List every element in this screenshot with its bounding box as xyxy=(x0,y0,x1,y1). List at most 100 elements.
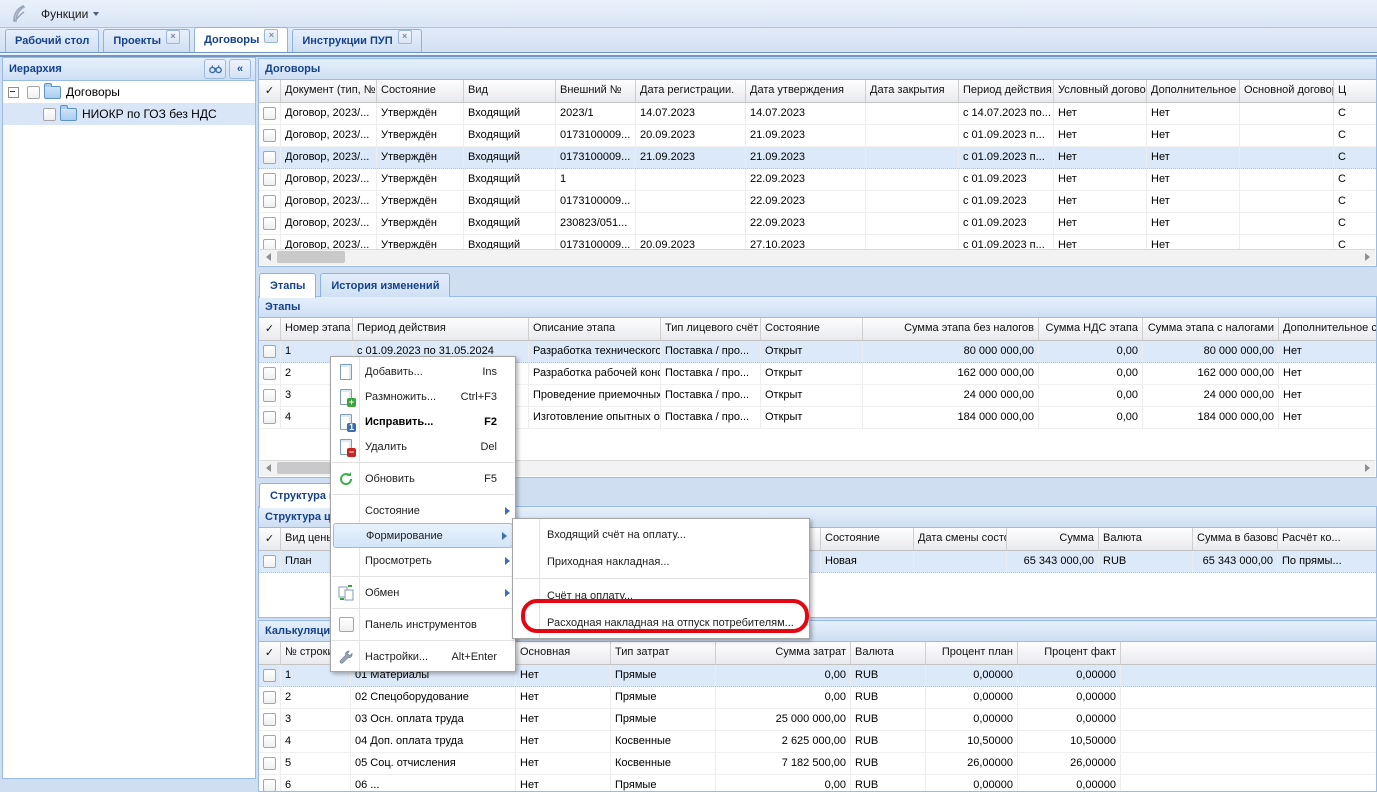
tab-item[interactable]: Инструкции ПУП× xyxy=(292,29,421,52)
grid-header-cell[interactable]: Ц xyxy=(1334,80,1377,102)
tab-close-icon[interactable]: × xyxy=(264,29,278,43)
row-checkbox[interactable] xyxy=(263,345,276,358)
row-checkbox[interactable] xyxy=(263,735,276,748)
grid-header-cell[interactable]: Валюта xyxy=(851,642,926,664)
grid-row[interactable]: Договор, 2023/...УтверждёнВходящий230823… xyxy=(259,213,1376,235)
grid-header-cell[interactable]: Сумма xyxy=(1007,528,1099,550)
tab-close-icon[interactable]: × xyxy=(398,30,412,44)
grid-header-cell[interactable]: Состояние xyxy=(377,80,464,102)
grid-header-cell[interactable]: Сумма НДС этапа xyxy=(1039,318,1143,340)
tab-item[interactable]: Рабочий стол xyxy=(5,29,99,52)
scroll-left-button[interactable] xyxy=(260,461,276,475)
grid-header-cell[interactable]: Процент факт xyxy=(1018,642,1121,664)
grid-header-cell[interactable]: Сумма этапа с налогами xyxy=(1143,318,1279,340)
grid-header-cell[interactable]: Условный договор xyxy=(1054,80,1147,102)
grid-row[interactable]: 606 ...НетПрямые0,00RUB0,000000,00000 xyxy=(259,775,1376,792)
grid-header-cell[interactable]: Дата регистрации. xyxy=(636,80,746,102)
grid-header-cell[interactable]: Сумма в базовой в xyxy=(1193,528,1278,550)
row-checkbox[interactable] xyxy=(263,107,276,120)
grid-header-cell[interactable]: Номер этапа xyxy=(281,318,353,340)
tab-active[interactable]: Договоры× xyxy=(194,27,288,52)
tree-node-child[interactable]: НИОКР по ГОЗ без НДС xyxy=(3,103,255,125)
scroll-right-button[interactable] xyxy=(1359,250,1375,264)
grid-header-cell[interactable]: Сумма этапа без налогов xyxy=(863,318,1039,340)
grid-header-cell[interactable] xyxy=(1121,642,1377,664)
collapse-minus-icon[interactable] xyxy=(8,87,19,98)
tree-checkbox[interactable] xyxy=(27,86,40,99)
grid-header-check[interactable]: ✓ xyxy=(259,528,281,550)
grid-header-cell[interactable]: Расчёт ко... xyxy=(1278,528,1377,550)
grid-header-cell[interactable]: Валюта xyxy=(1099,528,1193,550)
grid-header-cell[interactable]: Документ (тип, № xyxy=(281,80,377,102)
row-checkbox[interactable] xyxy=(263,173,276,186)
row-checkbox[interactable] xyxy=(263,757,276,770)
grid-header-cell[interactable]: Основной договор xyxy=(1240,80,1334,102)
grid-row[interactable]: 202 СпецоборудованиеНетПрямые0,00RUB0,00… xyxy=(259,687,1376,709)
context-menu-item[interactable]: Просмотреть xyxy=(331,548,515,573)
grid-header-cell[interactable]: Дата закрытия xyxy=(866,80,959,102)
grid-header-cell[interactable]: Описание этапа xyxy=(529,318,661,340)
row-checkbox[interactable] xyxy=(263,691,276,704)
context-menu-item[interactable]: ОбновитьF5 xyxy=(331,466,515,491)
grid-row[interactable]: Договор, 2023/...УтверждёнВходящий122.09… xyxy=(259,169,1376,191)
context-menu-item[interactable]: Добавить...Ins xyxy=(331,359,515,384)
grid-header-cell[interactable]: Внешний № xyxy=(556,80,636,102)
row-checkbox[interactable] xyxy=(263,129,276,142)
grid-row[interactable]: Договор, 2023/...УтверждёнВходящий2023/1… xyxy=(259,103,1376,125)
menubar-item[interactable]: Функции xyxy=(32,3,123,25)
scrollbar-thumb[interactable] xyxy=(277,251,345,263)
grid-header-cell[interactable]: Период действия.. xyxy=(959,80,1054,102)
grid-row[interactable]: 505 Соц. отчисленияНетКосвенные7 182 500… xyxy=(259,753,1376,775)
context-menu-item[interactable]: −УдалитьDel xyxy=(331,434,515,459)
row-checkbox[interactable] xyxy=(263,713,276,726)
context-menu-item[interactable]: Панель инструментов xyxy=(331,612,515,637)
grid-header-cell[interactable]: Тип затрат xyxy=(611,642,716,664)
grid-header-cell[interactable]: Сумма затрат xyxy=(716,642,851,664)
grid-row[interactable]: 303 Осн. оплата трудаНетПрямые25 000 000… xyxy=(259,709,1376,731)
grid-row[interactable]: 404 Доп. оплата трудаНетКосвенные2 625 0… xyxy=(259,731,1376,753)
contracts-horizontal-scrollbar[interactable] xyxy=(260,249,1375,265)
context-menu-item[interactable]: 1Исправить...F2 xyxy=(331,409,515,434)
grid-header-check[interactable]: ✓ xyxy=(259,318,281,340)
tab-close-icon[interactable]: × xyxy=(166,30,180,44)
row-checkbox[interactable] xyxy=(263,389,276,402)
tree-checkbox[interactable] xyxy=(43,108,56,121)
tab-item[interactable]: Проекты× xyxy=(103,29,190,52)
grid-header-cell[interactable]: Состояние xyxy=(821,528,914,550)
grid-header-cell[interactable]: Вид xyxy=(464,80,556,102)
context-menu-item[interactable]: Формирование xyxy=(333,523,513,548)
row-checkbox[interactable] xyxy=(263,411,276,424)
tree-node-label[interactable]: Договоры xyxy=(66,85,120,99)
row-checkbox[interactable] xyxy=(263,217,276,230)
row-checkbox[interactable] xyxy=(263,669,276,682)
grid-header-cell[interactable]: Тип лицевого счёт xyxy=(661,318,761,340)
scroll-left-button[interactable] xyxy=(260,250,276,264)
row-checkbox[interactable] xyxy=(263,555,276,568)
grid-header-cell[interactable]: Дата смены состоя xyxy=(914,528,1007,550)
grid-row[interactable]: Договор, 2023/...УтверждёнВходящий017310… xyxy=(259,125,1376,147)
grid-row[interactable]: Договор, 2023/...УтверждёнВходящий017310… xyxy=(259,191,1376,213)
grid-header-cell[interactable]: Дата утверждения xyxy=(746,80,866,102)
context-menu-item[interactable]: Приходная накладная... xyxy=(513,548,809,575)
grid-header-cell[interactable]: Дополнительное с xyxy=(1279,318,1377,340)
tab-История изменений[interactable]: История изменений xyxy=(320,273,450,297)
context-menu-item[interactable]: Настройки...Alt+Enter xyxy=(331,644,515,669)
grid-header-cell[interactable]: Основная xyxy=(516,642,611,664)
context-menu-item[interactable]: Обмен xyxy=(331,580,515,605)
search-binoculars-button[interactable] xyxy=(204,59,226,79)
grid-header-cell[interactable]: Период действия xyxy=(353,318,529,340)
scroll-right-button[interactable] xyxy=(1359,461,1375,475)
grid-header-check[interactable]: ✓ xyxy=(259,80,281,102)
context-menu-item[interactable]: +Размножить...Ctrl+F3 xyxy=(331,384,515,409)
tab-Этапы[interactable]: Этапы xyxy=(259,273,316,298)
grid-header-cell[interactable]: Состояние xyxy=(761,318,863,340)
row-checkbox[interactable] xyxy=(263,151,276,164)
row-checkbox[interactable] xyxy=(263,195,276,208)
context-menu-item[interactable]: Входящий счёт на оплату... xyxy=(513,521,809,548)
grid-header-cell[interactable]: Процент план xyxy=(926,642,1018,664)
tree-node-label[interactable]: НИОКР по ГОЗ без НДС xyxy=(82,107,217,121)
row-checkbox[interactable] xyxy=(263,367,276,380)
grid-row[interactable]: Договор, 2023/...УтверждёнВходящий017310… xyxy=(259,147,1376,169)
collapse-panel-button[interactable]: « xyxy=(229,59,251,79)
tree-node-root[interactable]: Договоры xyxy=(3,81,255,103)
